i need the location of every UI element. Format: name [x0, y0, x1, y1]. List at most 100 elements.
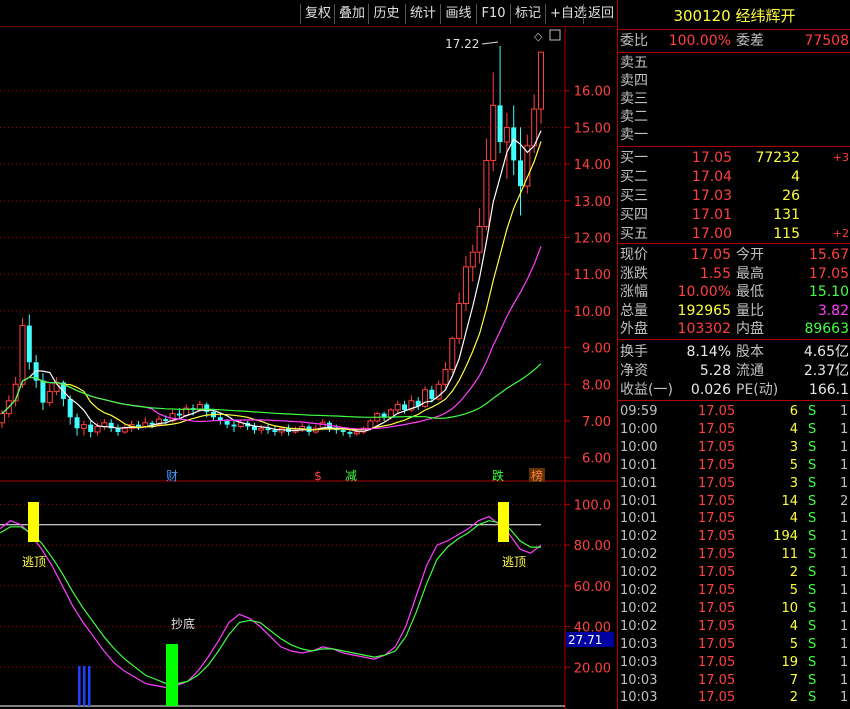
tick-time: 10:03 [620, 636, 658, 652]
stat-label: 内盘 [736, 321, 764, 337]
tick-side: S [808, 636, 817, 652]
tick-row[interactable]: 10:01 17.05 5 S 1 [618, 457, 850, 475]
indicator-d-line [0, 520, 541, 685]
tick-row[interactable]: 10:02 17.05 2 S 1 [618, 564, 850, 582]
tick-time: 10:03 [620, 672, 658, 688]
stat-label: 今开 [736, 247, 764, 263]
tick-count: 1 [840, 529, 849, 545]
tick-row[interactable]: 10:02 17.05 194 S 1 [618, 528, 850, 546]
weibi-label: 委比 [620, 33, 648, 49]
stat2-label: 流通 [736, 363, 764, 379]
tick-price: 17.05 [698, 529, 736, 545]
stat-value: 10.00% [677, 284, 731, 300]
stat-row: 外盘 103302 内盘 89663 [618, 320, 850, 338]
tick-count: 1 [840, 565, 849, 581]
tick-row[interactable]: 10:00 17.05 3 S 1 [618, 439, 850, 457]
sell-row: 卖二 [618, 108, 850, 126]
stat2-value: 8.14% [686, 344, 731, 360]
toolbar-button-4[interactable]: 画线 [440, 4, 476, 24]
tick-count: 1 [840, 636, 849, 652]
tick-volume: 14 [781, 493, 798, 509]
sell-row: 卖一 [618, 126, 850, 144]
bottom-buy-label: 抄底 [171, 616, 195, 631]
tick-row[interactable]: 10:01 17.05 3 S 1 [618, 475, 850, 493]
candle-body [272, 430, 278, 432]
tick-row[interactable]: 10:02 17.05 10 S 1 [618, 600, 850, 618]
candle-body [40, 380, 46, 403]
tick-row[interactable]: 10:01 17.05 4 S 1 [618, 510, 850, 528]
tick-row[interactable]: 10:02 17.05 11 S 1 [618, 546, 850, 564]
toolbar-button-7[interactable]: +自选 [545, 4, 587, 24]
price-tick-label: 12.00 [574, 231, 611, 246]
buy-label: 买四 [620, 207, 648, 223]
candle-body [46, 391, 53, 404]
buy-label: 买五 [620, 226, 648, 242]
divider [618, 339, 850, 340]
quote-panel: 300120 经纬辉开 委比 100.00% 委差 77508 卖五 卖四 卖三 卖二… [617, 0, 850, 709]
tick-time: 10:02 [620, 565, 658, 581]
tick-side: S [808, 547, 817, 563]
price-tick-label: 10.00 [574, 305, 611, 320]
tick-row[interactable]: 10:01 17.05 14 S 2 [618, 493, 850, 511]
stat-value: 15.67 [808, 247, 849, 263]
tick-row[interactable]: 10:03 17.05 5 S 1 [618, 636, 850, 654]
tick-volume: 19 [781, 654, 798, 670]
tick-count: 1 [840, 583, 849, 598]
tick-row[interactable]: 10:03 17.05 19 S 1 [618, 654, 850, 672]
sell-row: 卖三 [618, 90, 850, 108]
tick-row[interactable]: 10:00 17.05 4 S 1 [618, 421, 850, 439]
tick-side: S [808, 654, 817, 670]
toolbar: 复权 叠加 历史 统计 画线 F10 标记 +自选 返回 [0, 0, 616, 26]
candle-body [176, 413, 182, 416]
tick-row[interactable]: 10:03 17.05 7 S 1 [618, 672, 850, 690]
kline-chart[interactable]: 16.00 15.00 14.00 13.00 12.00 11.00 10.00 9.00 8… [0, 26, 616, 709]
stat-label: 涨跌 [620, 265, 648, 282]
tick-row[interactable]: 09:59 17.05 6 S 1 [618, 403, 850, 421]
tick-count: 1 [840, 511, 849, 527]
candle-body [367, 420, 374, 429]
candle-body [26, 325, 32, 363]
stock-terminal-window: 复权 叠加 历史 统计 画线 F10 标记 +自选 返回 16.00 15.00 14.00 13.0… [0, 0, 850, 709]
toolbar-button-5[interactable]: F10 [476, 4, 510, 24]
tick-count: 1 [840, 404, 849, 419]
stat2-label: 净资 [620, 363, 648, 379]
toolbar-button-8[interactable]: 返回 [583, 4, 615, 24]
chart-area[interactable]: 16.00 15.00 14.00 13.00 12.00 11.00 10.00 9.00 8… [0, 26, 616, 709]
tick-price: 17.05 [698, 421, 736, 437]
toolbar-button-2[interactable]: 历史 [368, 4, 404, 24]
toolbar-button-6[interactable]: 标记 [510, 4, 545, 24]
candle-body [402, 404, 408, 410]
event-label: 跌 [492, 468, 504, 483]
candle-body [449, 337, 456, 371]
stat2-value: 5.28 [699, 363, 731, 379]
candle-body [456, 303, 463, 339]
tick-time: 10:03 [620, 690, 658, 706]
sell-row: 卖四 [618, 72, 850, 90]
candle-body [531, 108, 538, 147]
tick-time: 10:02 [620, 547, 658, 563]
stat-value: 1.55 [699, 265, 731, 282]
stat2-value: 2.37亿 [803, 363, 849, 379]
sell-label: 卖五 [620, 55, 648, 71]
toolbar-button-1[interactable]: 叠加 [334, 4, 368, 24]
tick-volume: 194 [773, 529, 798, 545]
candle-body [538, 51, 544, 110]
event-label: 财 [166, 469, 178, 483]
tick-volume: 5 [789, 457, 798, 473]
buy-row: 买二 17.04 4 [618, 168, 850, 186]
tick-volume: 7 [789, 672, 798, 688]
toolbar-button-0[interactable]: 复权 [300, 4, 334, 24]
tick-row[interactable]: 10:02 17.05 5 S 1 [618, 582, 850, 600]
sell-label: 卖二 [620, 109, 648, 125]
volume-signal-bar [88, 666, 91, 706]
tick-row[interactable]: 10:02 17.05 4 S 1 [618, 618, 850, 636]
candle-body [483, 159, 490, 227]
toolbar-button-3[interactable]: 统计 [405, 4, 439, 24]
escape-top-bar [28, 502, 39, 542]
escape-top-label: 逃顶 [22, 555, 46, 569]
sell-label: 卖三 [620, 91, 648, 107]
buy-price: 17.04 [691, 169, 732, 185]
tick-price: 17.05 [698, 547, 736, 563]
tick-time: 10:01 [620, 511, 658, 527]
tick-row[interactable]: 10:03 17.05 2 S 1 [618, 689, 850, 707]
